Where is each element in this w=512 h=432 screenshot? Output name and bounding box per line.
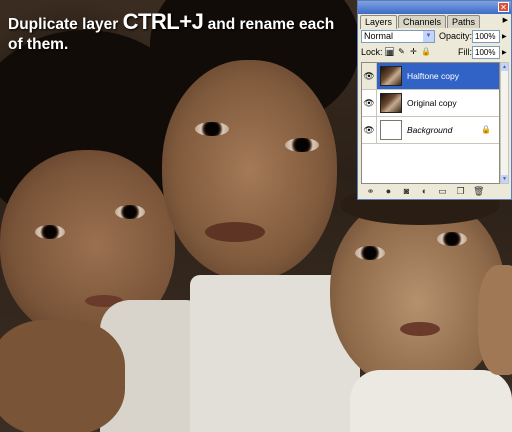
lock-row: Lock: ▦ ✎ ✛ 🔒 Fill: 100% ▶	[361, 46, 509, 60]
lock-all-icon[interactable]: 🔒	[421, 47, 431, 56]
tab-layers[interactable]: Layers	[360, 15, 398, 29]
left-child-hand	[0, 320, 125, 432]
lock-label: Lock:	[361, 47, 383, 57]
layer-thumbnail	[380, 120, 402, 140]
lock-icon: 🔒	[481, 125, 491, 134]
middle-child-mouth	[205, 222, 265, 242]
layer-name: Original copy	[407, 98, 457, 108]
blend-mode-value: Normal	[364, 31, 394, 41]
opacity-label: Opacity:	[439, 31, 473, 41]
middle-child-face	[162, 60, 337, 280]
scroll-down-icon[interactable]: ▼	[501, 175, 508, 183]
opacity-input[interactable]: 100%	[472, 30, 500, 43]
right-adult-hand	[478, 265, 512, 375]
layer-name: Halftone copy	[407, 71, 459, 81]
instruction-text: Duplicate layer CTRL+J and rename each o…	[8, 9, 353, 55]
fill-input[interactable]: 100%	[472, 46, 500, 59]
fill-value: 100%	[475, 48, 496, 57]
lock-position-icon[interactable]: ✛	[409, 47, 418, 56]
right-child-eye-right	[437, 232, 467, 246]
fx-icon[interactable]: ●	[383, 186, 394, 197]
blend-row: Normal ▼ Opacity: 100% ▶	[361, 30, 509, 44]
chevron-down-icon[interactable]: ▼	[423, 31, 434, 42]
left-child-eye-right	[115, 205, 145, 219]
middle-child-eye-left	[195, 122, 229, 136]
right-child-eye-left	[355, 246, 385, 260]
lock-transparency-icon[interactable]: ▦	[385, 47, 394, 57]
opacity-slider-icon[interactable]: ▶	[502, 33, 507, 40]
layer-thumbnail	[380, 93, 402, 113]
layer-thumbnail	[380, 66, 402, 86]
visibility-eye-icon[interactable]: 👁	[362, 63, 377, 89]
lock-image-icon[interactable]: ✎	[397, 47, 406, 56]
scroll-up-icon[interactable]: ▲	[501, 63, 508, 71]
layer-row-halftone-copy[interactable]: 👁 Halftone copy	[362, 63, 499, 90]
layers-scrollbar[interactable]: ▲ ▼	[500, 62, 509, 184]
panel-menu-icon[interactable]: ▶	[503, 16, 508, 24]
layer-row-background[interactable]: 👁 Background 🔒	[362, 117, 499, 144]
left-child-eye-left	[35, 225, 65, 239]
instruction-prefix: Duplicate layer	[8, 16, 123, 33]
visibility-eye-icon[interactable]: 👁	[362, 90, 377, 116]
middle-child-eye-right	[285, 138, 319, 152]
layers-bottom-toolbar: ⚭ ● ◙ ◐ ▭ ❐ 🗑	[361, 186, 509, 198]
new-layer-icon[interactable]: ❐	[455, 186, 466, 197]
keyboard-shortcut: CTRL+J	[122, 9, 204, 34]
visibility-eye-icon[interactable]: 👁	[362, 117, 377, 143]
mask-icon[interactable]: ◙	[401, 186, 412, 197]
tab-paths[interactable]: Paths	[447, 15, 481, 28]
layer-row-original-copy[interactable]: 👁 Original copy	[362, 90, 499, 117]
layers-list: 👁 Halftone copy 👁 Original copy 👁 Backgr…	[361, 62, 500, 184]
adjustment-icon[interactable]: ◐	[419, 186, 430, 197]
opacity-value: 100%	[475, 32, 496, 41]
fill-slider-icon[interactable]: ▶	[502, 49, 507, 56]
fill-label: Fill:	[458, 47, 472, 57]
right-child-shirt	[350, 370, 512, 432]
close-icon[interactable]: ✕	[498, 2, 509, 12]
panel-titlebar[interactable]: ✕	[358, 1, 511, 14]
trash-icon[interactable]: 🗑	[473, 186, 484, 197]
right-child-mouth	[400, 322, 440, 336]
group-icon[interactable]: ▭	[437, 186, 448, 197]
link-icon[interactable]: ⚭	[365, 186, 376, 197]
tab-channels[interactable]: Channels	[398, 15, 447, 28]
blend-mode-select[interactable]: Normal ▼	[361, 30, 435, 43]
layer-name: Background	[407, 125, 453, 135]
layers-panel: ✕ Layers Channels Paths ▶ Normal ▼ Opaci…	[357, 0, 512, 200]
panel-tabs: Layers Channels Paths	[360, 15, 481, 29]
